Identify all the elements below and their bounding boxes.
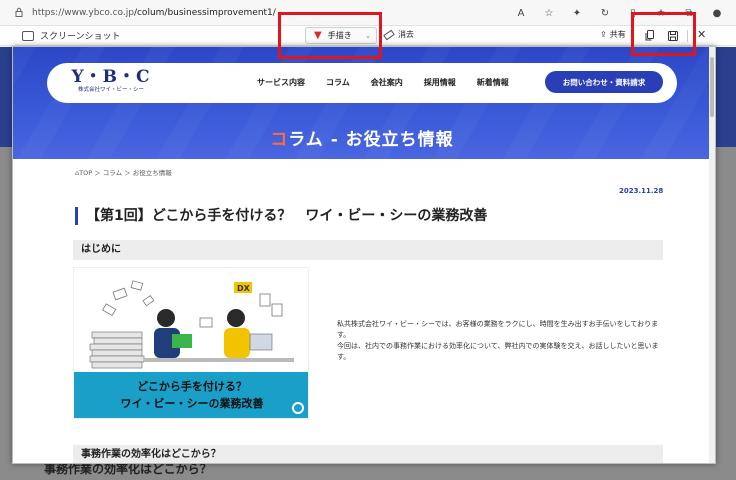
logo-text: Y・B・C (71, 67, 151, 87)
article-illustration: DX (89, 280, 294, 369)
intro-paragraph-1: 私共株式会社ワイ・ビー・シーでは、お客様の業務をラクにし、時間を生み出すお手伝い… (337, 320, 659, 339)
scrollbar-thumb[interactable] (710, 57, 714, 117)
annotation-box-draw (278, 12, 382, 59)
contact-button[interactable]: お問い合わせ・資料請求 (545, 71, 663, 93)
site-logo[interactable]: Y・B・C 株式会社ワイ・ビー・シー (69, 68, 153, 94)
screenshot-icon (22, 30, 34, 41)
annotation-box-copy-save (631, 12, 696, 56)
eraser-icon (383, 29, 395, 40)
copilot-icon[interactable]: ● (710, 6, 724, 20)
share-button[interactable]: ⇪ 共有 (600, 29, 626, 40)
site-navbar: Y・B・C 株式会社ワイ・ビー・シー サービス内容 コラム 会社案内 採用情報 … (47, 63, 677, 103)
captured-screenshot[interactable]: Y・B・C 株式会社ワイ・ビー・シー サービス内容 コラム 会社案内 採用情報 … (12, 46, 716, 464)
scrollbar[interactable] (709, 47, 715, 463)
extension-icon[interactable]: ✦ (570, 6, 584, 20)
site-nav: サービス内容 コラム 会社案内 採用情報 新着情報 (257, 77, 509, 88)
screenshot-title-label: スクリーンショット (40, 32, 121, 42)
erase-label: 消去 (398, 30, 414, 39)
read-aloud-icon[interactable]: A (514, 6, 528, 20)
page-title-rest: ラム - お役立ち情報 (288, 130, 454, 150)
nav-item-company[interactable]: 会社案内 (371, 77, 403, 88)
logo-subtext: 株式会社ワイ・ビー・シー (77, 87, 144, 93)
article-image-line1: どこから手を付ける？ (137, 380, 247, 393)
article-image-line2: ワイ・ビー・シーの業務改善 (120, 397, 264, 410)
share-label: 共有 (609, 30, 626, 39)
erase-button[interactable]: 消去 (383, 29, 414, 40)
intro-paragraph-2: 今回は、社内での事務作業における効率化について、弊社内での実体験を交え、お話しし… (337, 342, 659, 361)
dx-badge-text: DX (237, 284, 251, 293)
share-icon: ⇪ (600, 30, 607, 39)
article-image[interactable]: DX どこから手を付ける？ ワイ・ビー・シーの業務改善 (73, 267, 309, 419)
article-image-banner: どこから手を付ける？ ワイ・ビー・シーの業務改善 (74, 372, 308, 418)
page-title-accent: コ (270, 130, 289, 150)
section-heading-efficiency: 事務作業の効率化はどこから？ (73, 445, 663, 463)
nav-item-news[interactable]: 新着情報 (477, 77, 509, 88)
article-title: 【第1回】どこから手を付ける？ ワイ・ビー・シーの業務改善 (75, 207, 487, 225)
breadcrumb[interactable]: ⌂TOP ＞ コラム ＞ お役立ち情報 (75, 167, 172, 177)
breadcrumb-text: TOP ＞ コラム ＞ お役立ち情報 (79, 169, 172, 177)
close-button[interactable]: ✕ (697, 28, 706, 41)
section-heading-intro: はじめに (73, 240, 663, 260)
magnifier-icon[interactable] (292, 402, 304, 414)
lock-icon (14, 7, 26, 19)
page-title: コラム - お役立ち情報 (13, 125, 711, 150)
intro-text: 私共株式会社ワイ・ビー・シーでは、お客様の業務をラクにし、時間を生み出すお手伝い… (337, 319, 667, 363)
url-prefix: https://www.ybco.co.jp (32, 8, 134, 18)
nav-item-recruit[interactable]: 採用情報 (424, 77, 456, 88)
nav-item-column[interactable]: コラム (326, 77, 350, 88)
screenshot-title: スクリーンショット (22, 29, 121, 42)
url-path: /colum/businessimprovement1/ (133, 8, 276, 18)
nav-item-services[interactable]: サービス内容 (257, 77, 305, 88)
article-date: 2023.11.28 (619, 187, 664, 195)
url-field[interactable]: https://www.ybco.co.jp/colum/businessimp… (14, 5, 484, 21)
favorite-star-icon[interactable]: ☆ (542, 6, 556, 20)
refresh-icon[interactable]: ↻ (598, 6, 612, 20)
